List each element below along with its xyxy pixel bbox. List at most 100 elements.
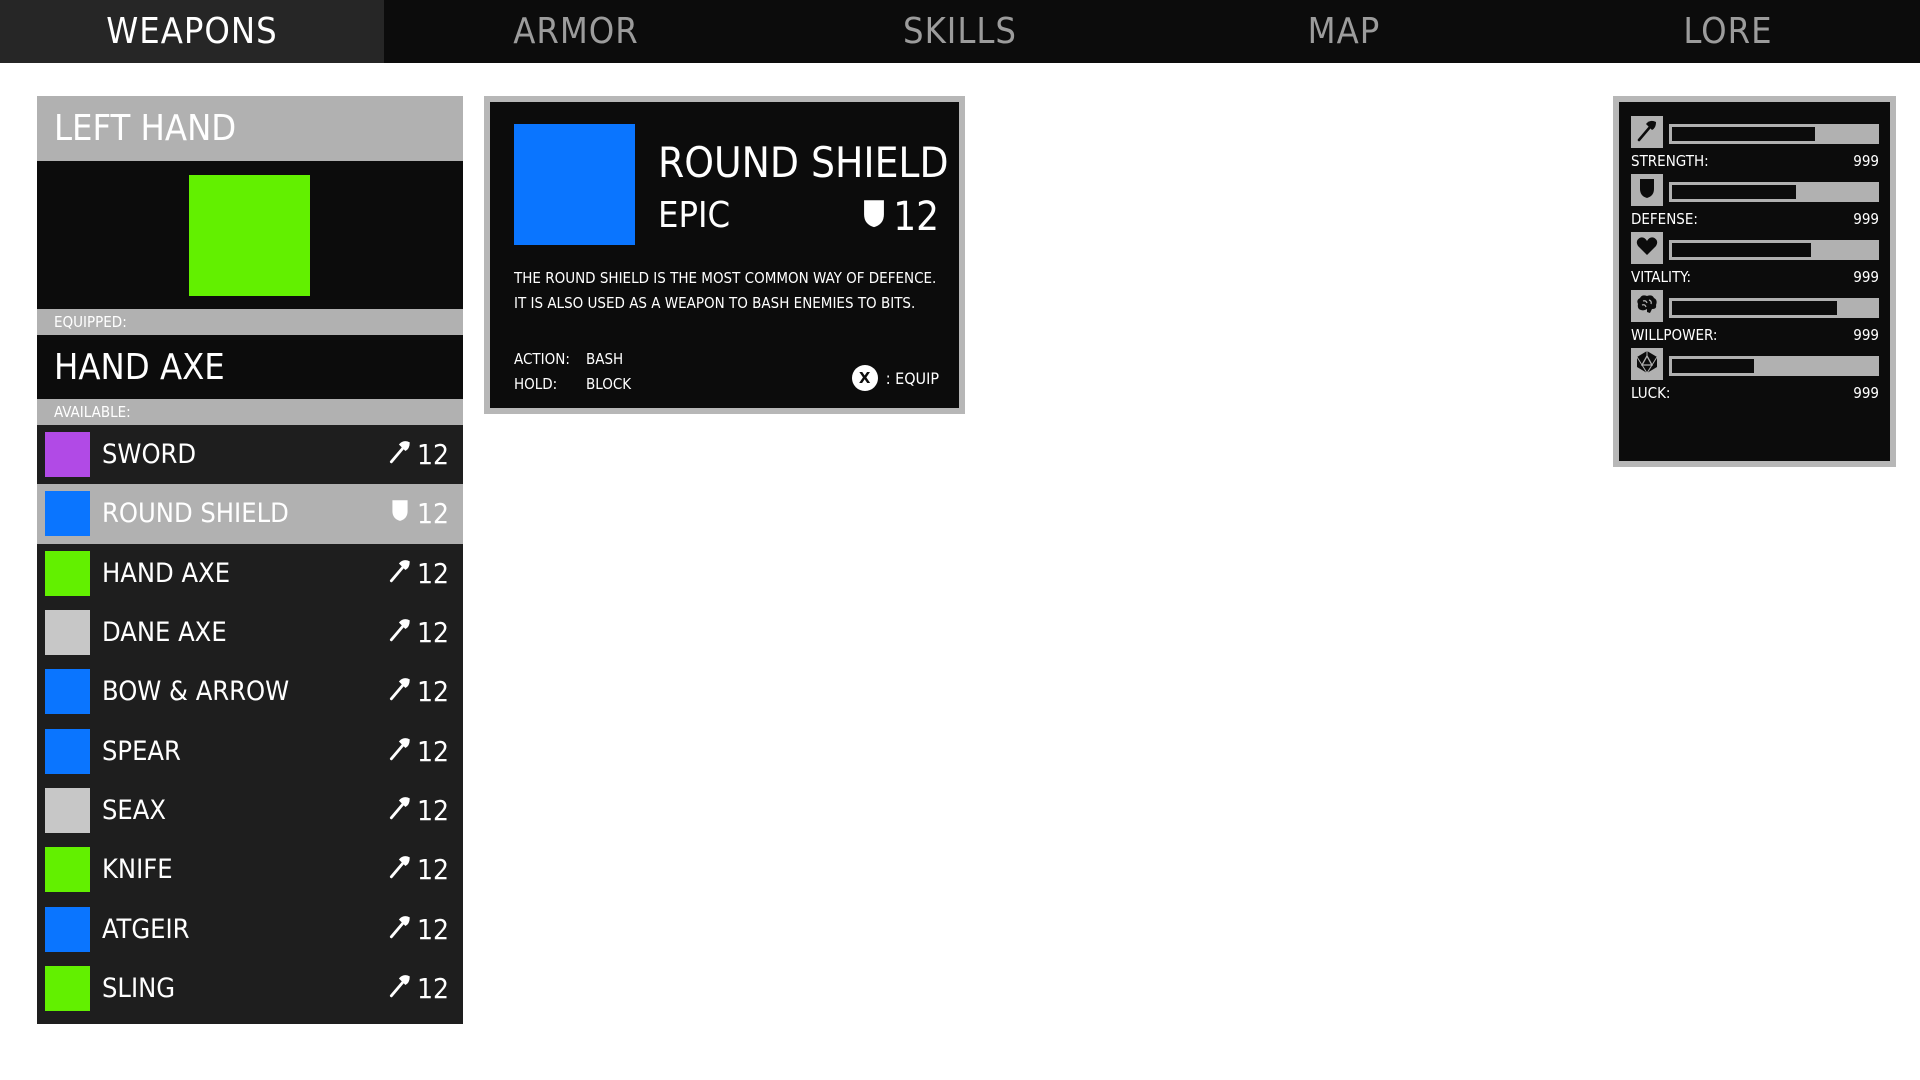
detail-item-swatch [514, 124, 635, 245]
list-item[interactable]: KNIFE 12 [37, 840, 463, 899]
axe-icon [387, 853, 417, 886]
available-label: AVAILABLE: [37, 399, 463, 425]
tab-lore[interactable]: LORE [1536, 0, 1920, 63]
hold-key: HOLD: [514, 375, 558, 393]
item-swatch [45, 728, 90, 774]
stat-bar [1669, 356, 1879, 376]
item-swatch [45, 550, 90, 596]
hold-value: BLOCK [586, 375, 632, 393]
action-value: BASH [586, 350, 624, 368]
heart-icon [1635, 234, 1659, 262]
available-item-list: SWORD 12 ROUND SHIELD 12 HAND AXE 12 DANE A… [37, 425, 463, 1018]
item-name: KNIFE [102, 854, 173, 886]
stat-willpower: WILLPOWER: 999 [1631, 282, 1884, 344]
item-stat: 12 [387, 557, 449, 590]
item-swatch [45, 906, 90, 952]
axe-icon [387, 438, 417, 471]
item-stat-value: 12 [416, 438, 449, 472]
equip-label: : EQUIP [885, 368, 939, 388]
tab-map[interactable]: MAP [1152, 0, 1536, 63]
top-nav: WEAPONS ARMOR SKILLS MAP LORE [0, 0, 1920, 63]
stat-vitality: VITALITY: 999 [1631, 224, 1884, 286]
shield-icon [1635, 176, 1659, 204]
item-name: HAND AXE [102, 557, 231, 589]
item-stat: 12 [387, 616, 449, 649]
item-swatch [45, 669, 90, 715]
equipped-label: EQUIPPED: [37, 309, 463, 335]
item-stat: 12 [387, 913, 449, 946]
stat-bar [1669, 182, 1879, 202]
brain-icon [1635, 292, 1659, 320]
item-stat-value: 12 [416, 556, 449, 590]
item-stat: 12 [387, 972, 449, 1005]
stat-bar-fill [1672, 243, 1811, 257]
item-stat-value: 12 [416, 853, 449, 887]
axe-icon [387, 913, 417, 946]
detail-actions: ACTION: BASH HOLD: BLOCK [514, 347, 631, 397]
item-stat-value: 12 [416, 675, 449, 709]
axe-icon [387, 794, 417, 827]
axe-icon [387, 557, 417, 590]
detail-item-rarity: EPIC [658, 195, 731, 236]
axe-icon [387, 735, 417, 768]
equipped-item-name: HAND AXE [37, 335, 463, 399]
item-stat-value: 12 [416, 497, 449, 531]
stat-bar-fill [1672, 359, 1754, 373]
list-item[interactable]: SWORD 12 [37, 425, 463, 484]
item-stat: 12 [387, 675, 449, 708]
item-stat-value: 12 [416, 734, 449, 768]
axe-icon [387, 972, 417, 1005]
tab-armor[interactable]: ARMOR [384, 0, 768, 63]
list-item[interactable]: DANE AXE 12 [37, 603, 463, 662]
detail-stat-value: 12 [893, 194, 939, 240]
stat-bar-fill [1672, 301, 1838, 315]
item-stat-value: 12 [416, 616, 449, 650]
list-item[interactable]: ROUND SHIELD 12 [37, 484, 463, 544]
stat-luck: LUCK: 999 [1631, 340, 1884, 402]
list-item[interactable]: ATGEIR 12 [37, 899, 463, 958]
list-item[interactable]: SPEAR 12 [37, 721, 463, 780]
item-stat: 12 [387, 735, 449, 768]
equipped-preview [37, 161, 463, 309]
tab-weapons[interactable]: WEAPONS [0, 0, 384, 63]
item-name: SEAX [102, 794, 167, 826]
list-item[interactable]: BOW & ARROW 12 [37, 662, 463, 721]
item-swatch [45, 847, 90, 893]
item-swatch [45, 610, 90, 656]
action-key: ACTION: [514, 350, 570, 368]
item-stat: 12 [387, 438, 449, 471]
axe-icon [1635, 118, 1659, 146]
stat-value: 999 [1853, 384, 1879, 402]
item-stat: 12 [387, 497, 449, 530]
item-name: SWORD [102, 439, 197, 471]
item-name: ATGEIR [102, 913, 190, 945]
description-line: IT IS ALSO USED AS A WEAPON TO BASH ENEM… [514, 294, 916, 312]
d20-icon [1635, 350, 1659, 378]
stat-bar-fill [1672, 185, 1797, 199]
item-name: DANE AXE [102, 617, 227, 649]
detail-item-name: ROUND SHIELD [658, 138, 949, 187]
stat-defense: DEFENSE: 999 [1631, 166, 1884, 228]
item-name: ROUND SHIELD [102, 498, 289, 530]
item-stat: 12 [387, 794, 449, 827]
item-stat-value: 12 [416, 912, 449, 946]
item-stat-value: 12 [416, 971, 449, 1005]
list-item[interactable]: SEAX 12 [37, 781, 463, 840]
panel-title: LEFT HAND [37, 96, 463, 161]
detail-item-stat: 12 [857, 194, 939, 240]
stat-bar [1669, 240, 1879, 260]
character-stats-panel: STRENGTH: 999 DEFENSE: 999 VITALITY: 999… [1613, 96, 1896, 467]
stat-bar [1669, 298, 1879, 318]
stat-label: LUCK: [1631, 384, 1671, 402]
tab-skills[interactable]: SKILLS [768, 0, 1152, 63]
stat-strength: STRENGTH: 999 [1631, 108, 1884, 170]
equip-prompt[interactable]: X : EQUIP [851, 365, 939, 391]
list-item[interactable]: HAND AXE 12 [37, 544, 463, 603]
left-hand-panel: LEFT HAND EQUIPPED: HAND AXE AVAILABLE: … [37, 96, 463, 1024]
axe-icon [387, 675, 417, 708]
item-name: SLING [102, 972, 176, 1004]
item-swatch [45, 965, 90, 1011]
x-button-icon: X [851, 365, 878, 391]
item-swatch [45, 491, 90, 537]
list-item[interactable]: SLING 12 [37, 959, 463, 1018]
